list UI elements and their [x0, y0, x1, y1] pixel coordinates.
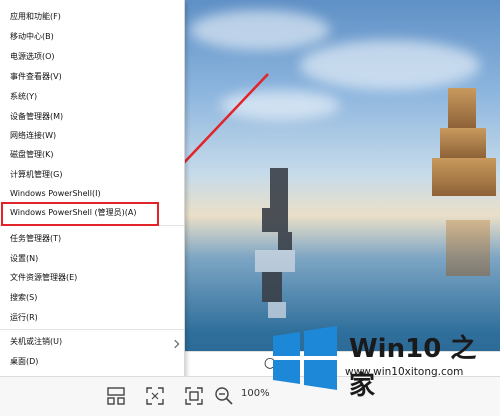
menu-item-apps-features[interactable]: 应用和功能(F): [10, 7, 178, 27]
menu-item-network-connections[interactable]: 网络连接(W): [10, 126, 178, 146]
menu-item-power-options[interactable]: 电源选项(O): [10, 47, 178, 67]
fullscreen-icon[interactable]: [143, 384, 167, 408]
winx-context-menu: 应用和功能(F) 移动中心(B) 电源选项(O) 事件查看器(V) 系统(Y) …: [0, 0, 185, 377]
menu-item-mobility-center[interactable]: 移动中心(B): [10, 27, 178, 47]
menu-item-task-manager[interactable]: 任务管理器(T): [10, 229, 178, 249]
menu-item-device-manager[interactable]: 设备管理器(M): [10, 107, 178, 127]
thumbnail-view-icon[interactable]: [104, 384, 128, 408]
menu-item-shutdown-signout[interactable]: 关机或注销(U): [10, 332, 178, 352]
menu-item-desktop[interactable]: 桌面(D): [10, 352, 178, 372]
menu-item-powershell[interactable]: Windows PowerShell(I): [10, 184, 178, 204]
menu-separator: [0, 329, 184, 330]
menu-item-run[interactable]: 运行(R): [10, 308, 178, 328]
watermark-logo: Win10 之家 www.win10xitong.com: [267, 322, 499, 412]
menu-item-system[interactable]: 系统(Y): [10, 87, 178, 107]
windows-logo-icon: [273, 326, 337, 390]
zoom-out-icon[interactable]: [212, 384, 236, 408]
highlight-box: [1, 202, 159, 226]
zoom-level: 100%: [241, 388, 270, 399]
watermark-url: www.win10xitong.com: [345, 366, 464, 378]
menu-item-search[interactable]: 搜索(S): [10, 288, 178, 308]
fit-window-icon[interactable]: [182, 384, 206, 408]
menu-item-settings[interactable]: 设置(N): [10, 249, 178, 269]
menu-item-label: 关机或注销(U): [10, 337, 63, 346]
menu-item-event-viewer[interactable]: 事件查看器(V): [10, 67, 178, 87]
menu-item-file-explorer[interactable]: 文件资源管理器(E): [10, 268, 178, 288]
menu-item-computer-management[interactable]: 计算机管理(G): [10, 165, 178, 185]
watermark-title: Win10 之家: [349, 334, 477, 401]
menu-item-disk-management[interactable]: 磁盘管理(K): [10, 145, 178, 165]
